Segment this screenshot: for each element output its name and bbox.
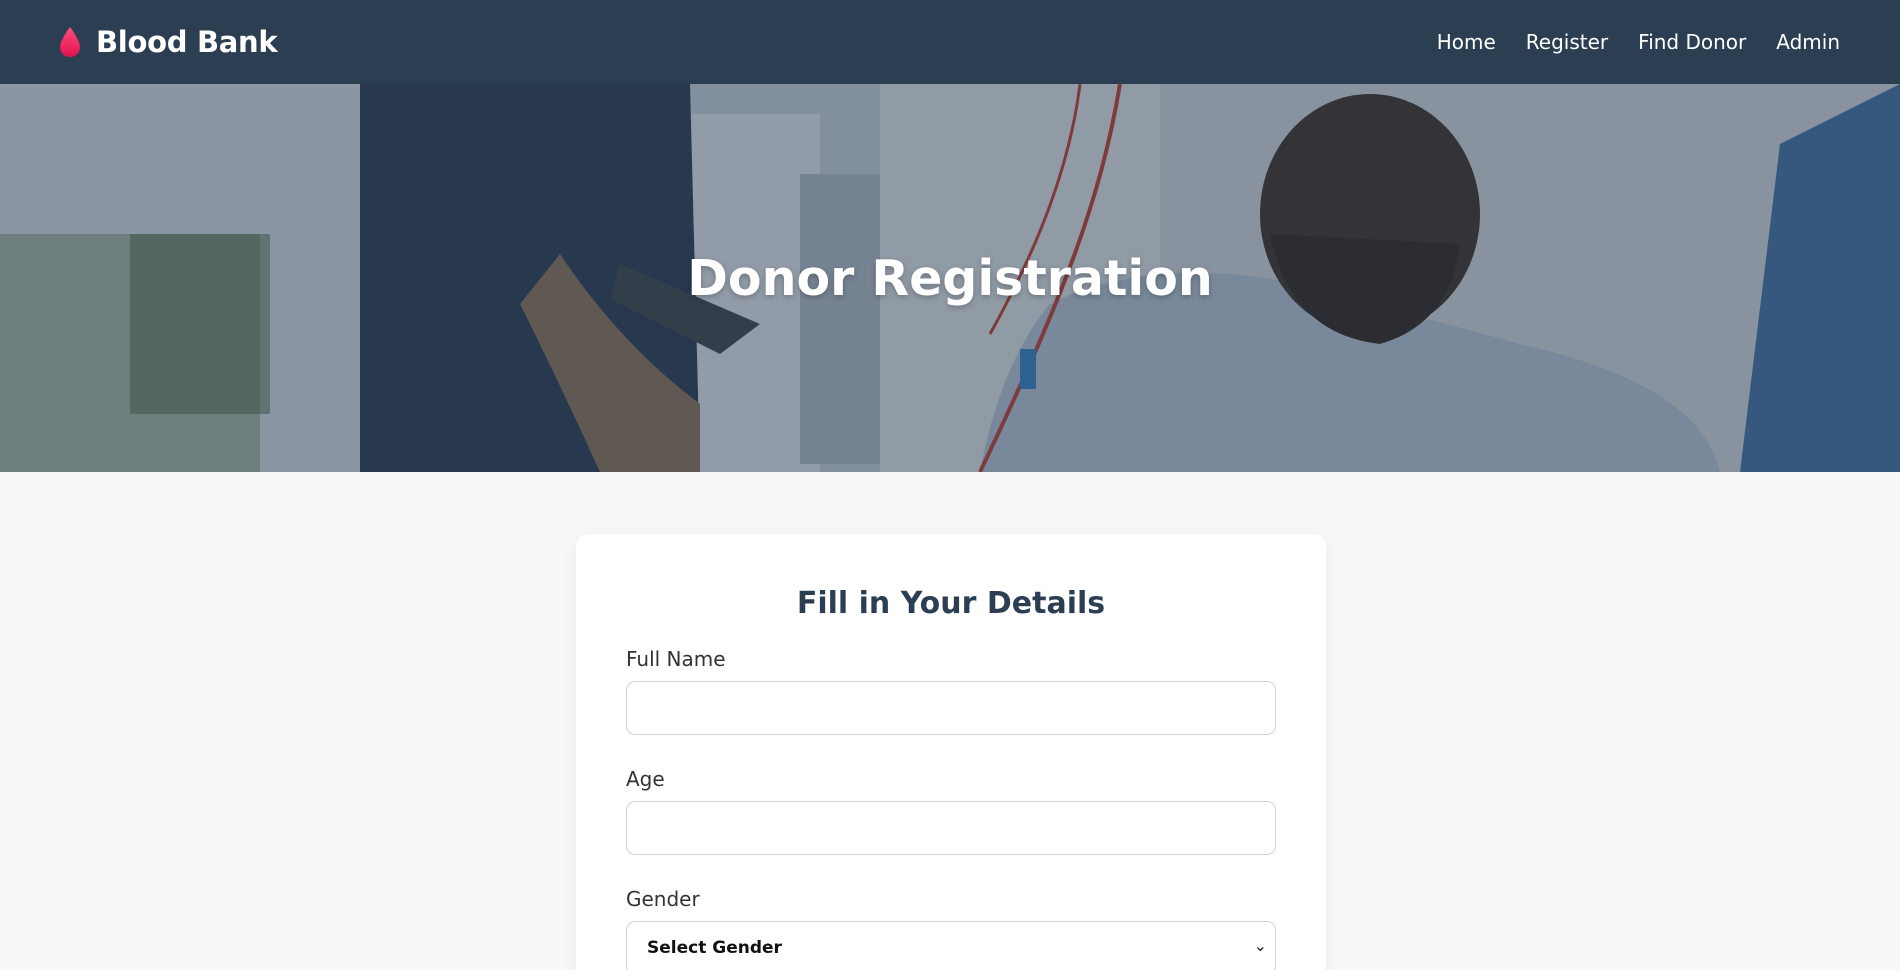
registration-form-card: Fill in Your Details Full Name Age Gende… (576, 534, 1326, 970)
chevron-down-icon: ⌄ (1253, 936, 1267, 955)
form-title: Fill in Your Details (796, 586, 1106, 621)
gender-select[interactable]: Select Gender ⌄ (626, 921, 1276, 970)
brand[interactable]: Blood Bank (58, 25, 278, 59)
age-input[interactable] (626, 801, 1276, 855)
gender-select-value: Select Gender (647, 938, 782, 958)
nav-link-find-donor[interactable]: Find Donor (1638, 30, 1746, 54)
nav-links: Home Register Find Donor Admin (1437, 30, 1840, 54)
full-name-label: Full Name (626, 647, 726, 671)
nav-link-admin[interactable]: Admin (1776, 30, 1840, 54)
blood-drop-icon (60, 27, 80, 57)
brand-title: Blood Bank (96, 25, 278, 59)
nav-link-register[interactable]: Register (1526, 30, 1608, 54)
gender-label: Gender (626, 887, 700, 911)
hero-banner: Donor Registration (0, 84, 1900, 472)
navbar: Blood Bank Home Register Find Donor Admi… (0, 0, 1900, 84)
hero-title: Donor Registration (687, 249, 1213, 307)
full-name-input[interactable] (626, 681, 1276, 735)
nav-link-home[interactable]: Home (1437, 30, 1496, 54)
age-label: Age (626, 767, 665, 791)
